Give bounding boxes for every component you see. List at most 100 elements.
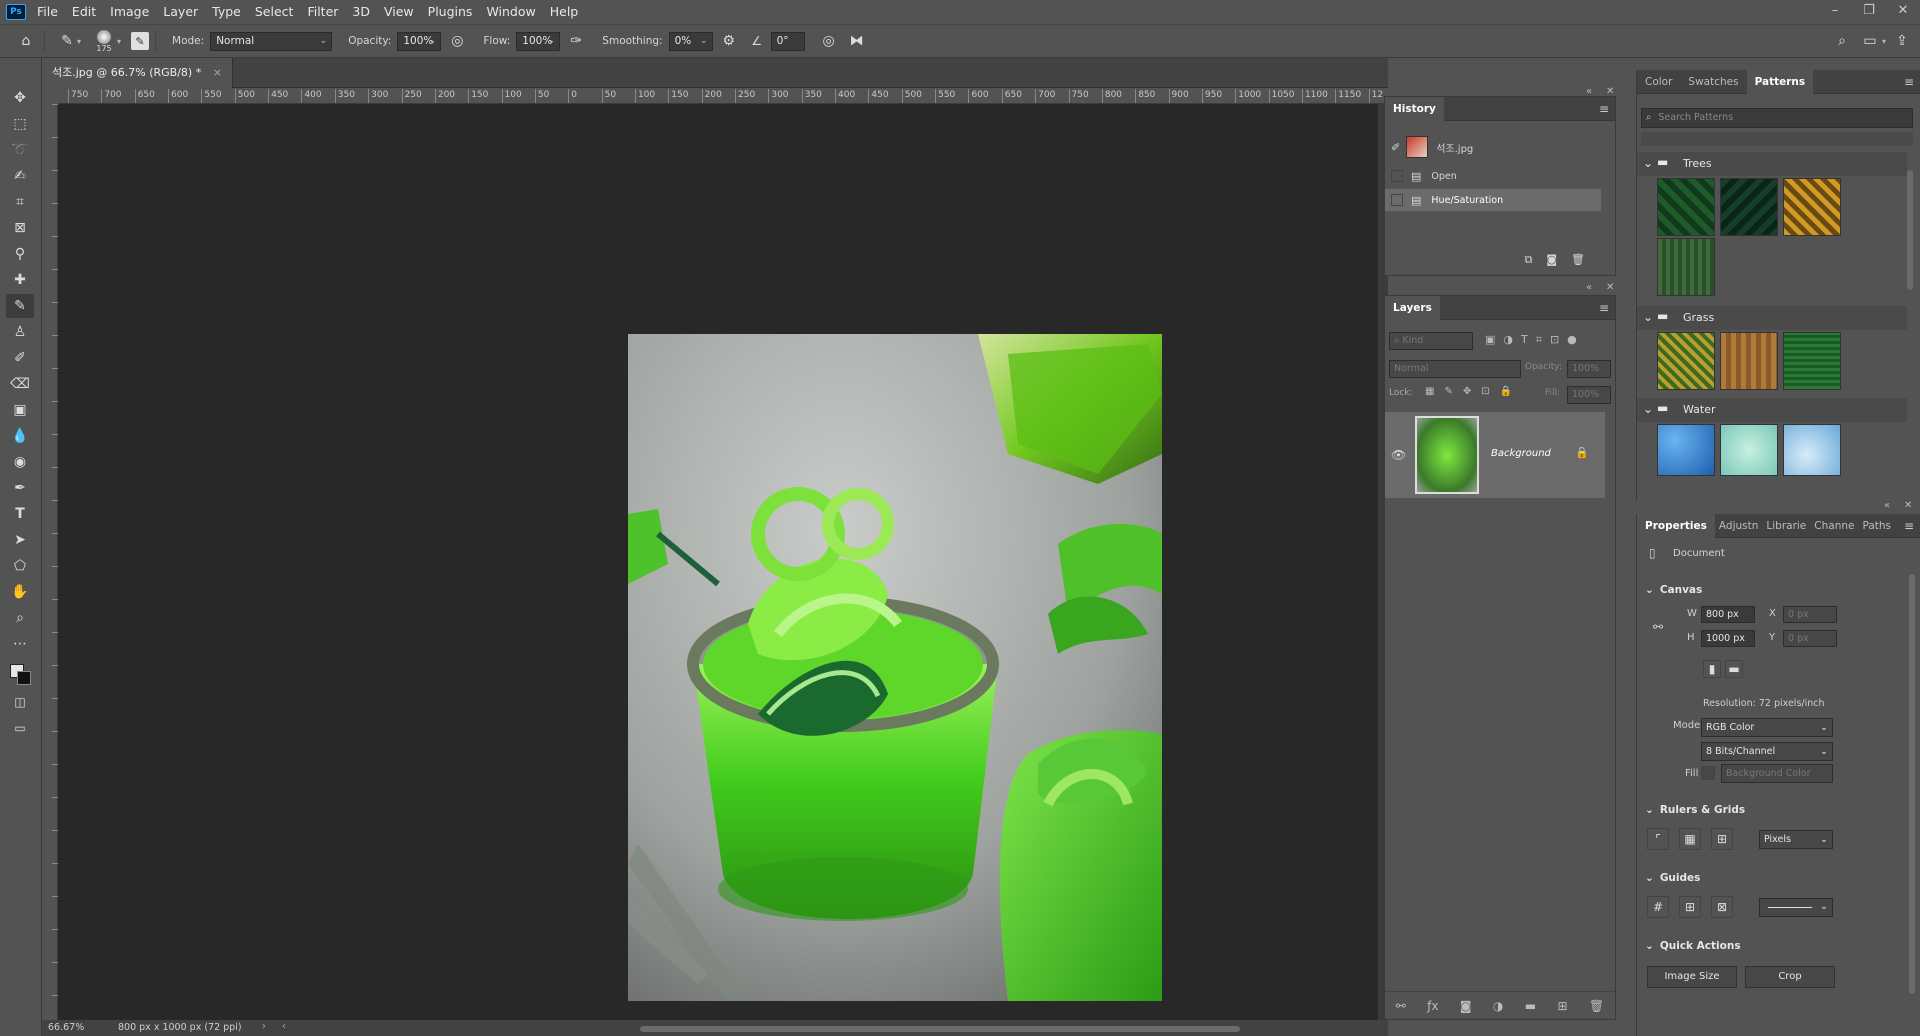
height-field[interactable]: 1000 px (1701, 630, 1755, 647)
patterns-scrollbar[interactable] (1907, 170, 1913, 290)
menu-layer[interactable]: Layer (156, 0, 205, 24)
new-group-icon[interactable]: ▬ (1525, 999, 1536, 1013)
opacity-field[interactable]: 100% ⌄ (397, 31, 442, 51)
pattern-tree-3[interactable] (1783, 178, 1841, 236)
color-swatches[interactable] (10, 664, 32, 685)
new-document-from-state-icon[interactable]: ⧉ (1524, 253, 1532, 267)
layer-kind-filter[interactable]: ⌕ Kind (1389, 332, 1473, 350)
pixel-grid-icon[interactable]: ⊞ (1711, 828, 1733, 850)
mode-select[interactable]: Normal ⌄ (210, 31, 333, 51)
move-tool-icon[interactable]: ✥ (6, 86, 34, 110)
pattern-search-input[interactable]: ⌕ Search Patterns (1641, 108, 1913, 128)
pattern-water-1[interactable] (1657, 424, 1715, 476)
tab-properties[interactable]: Properties (1637, 513, 1715, 538)
add-guides-icon[interactable]: ⊞ (1679, 896, 1701, 918)
patterns-menu-icon[interactable]: ≡ (1904, 75, 1914, 89)
new-layer-icon[interactable]: ⊞ (1558, 999, 1568, 1013)
menu-select[interactable]: Select (248, 0, 301, 24)
shape-tool-icon[interactable]: ⬠ (6, 554, 34, 578)
angle-field[interactable]: 0° (770, 31, 805, 51)
properties-menu-icon[interactable]: ≡ (1904, 519, 1914, 533)
lock-position-icon[interactable]: ✥ (1463, 386, 1471, 397)
pattern-grass-3[interactable] (1783, 332, 1841, 390)
bit-depth-select[interactable]: 8 Bits/Channel ⌄ (1701, 742, 1833, 761)
quick-select-tool-icon[interactable]: ✍ (6, 164, 34, 188)
guides-icon[interactable]: # (1647, 896, 1669, 918)
menu-edit[interactable]: Edit (65, 0, 103, 24)
history-item-checkbox[interactable] (1391, 170, 1403, 182)
image-size-button[interactable]: Image Size (1647, 966, 1737, 988)
minimize-button[interactable]: – (1818, 0, 1852, 24)
menu-image[interactable]: Image (103, 0, 156, 24)
layer-opacity-field[interactable]: 100% (1567, 360, 1611, 378)
folder-water[interactable]: ⌄ ▬ Water (1637, 398, 1907, 422)
pressure-size-icon[interactable]: ◎ (817, 29, 841, 53)
properties-scrollbar[interactable] (1909, 574, 1915, 994)
pattern-water-3[interactable] (1783, 424, 1841, 476)
vertical-ruler[interactable] (42, 104, 58, 1020)
restore-button[interactable]: ❐ (1852, 0, 1886, 24)
history-item[interactable]: ▤ Open (1385, 165, 1601, 187)
pattern-tree-4[interactable] (1657, 238, 1715, 296)
collapse-icon[interactable]: « (1586, 282, 1592, 293)
close-panel-icon[interactable]: ✕ (1606, 86, 1614, 97)
clear-guides-icon[interactable]: ⊠ (1711, 896, 1733, 918)
menu-window[interactable]: Window (479, 0, 542, 24)
filter-adjustment-icon[interactable]: ◑ (1503, 333, 1513, 347)
brush-tool-icon[interactable]: ✎ (6, 294, 34, 318)
home-icon[interactable]: ⌂ (14, 29, 38, 53)
gradient-tool-icon[interactable]: ▣ (6, 398, 34, 422)
airbrush-icon[interactable]: ✑ (564, 29, 588, 53)
grid-icon[interactable]: ▦ (1679, 828, 1701, 850)
menu-3d[interactable]: 3D (345, 0, 377, 24)
tab-layers[interactable]: Layers (1385, 295, 1440, 320)
pressure-opacity-icon[interactable]: ◎ (445, 29, 469, 53)
close-panel-icon[interactable]: ✕ (1606, 282, 1614, 293)
dodge-tool-icon[interactable]: ◉ (6, 450, 34, 474)
background-color[interactable] (17, 671, 31, 685)
scroll-left-icon[interactable]: ‹ (282, 1021, 286, 1032)
lock-paint-icon[interactable]: ✎ (1444, 386, 1452, 397)
ruler-units-select[interactable]: Pixels ⌄ (1759, 830, 1833, 849)
layers-menu-icon[interactable]: ≡ (1599, 301, 1609, 315)
close-panel-icon[interactable]: ✕ (1904, 500, 1912, 511)
frame-tool-icon[interactable]: ⊠ (6, 216, 34, 240)
filter-type-icon[interactable]: T (1521, 333, 1528, 347)
path-select-tool-icon[interactable]: ➤ (6, 528, 34, 552)
filter-shape-icon[interactable]: ⌗ (1536, 333, 1542, 347)
tab-paths[interactable]: Paths (1858, 514, 1895, 538)
fill-swatch[interactable] (1701, 766, 1715, 780)
collapse-icon[interactable]: « (1586, 86, 1592, 97)
crop-tool-icon[interactable]: ⌗ (6, 190, 34, 214)
collapse-icon[interactable]: « (1884, 500, 1890, 511)
horizontal-ruler[interactable]: 750 700 650 600 550 500 450 400 350 300 250 200 150 1… (58, 88, 1388, 104)
lock-transparent-icon[interactable]: ▦ (1425, 386, 1434, 397)
folder-trees[interactable]: ⌄ ▬ Trees (1637, 152, 1907, 176)
trash-icon[interactable]: 🗑 (1571, 253, 1585, 267)
document-tab[interactable]: 석조.jpg @ 66.7% (RGB/8) * × (42, 58, 233, 88)
healing-tool-icon[interactable]: ✚ (6, 268, 34, 292)
history-item-active[interactable]: ▤ Hue/Saturation (1385, 189, 1601, 211)
marquee-tool-icon[interactable]: ⬚ (6, 112, 34, 136)
history-item-checkbox[interactable] (1391, 194, 1403, 206)
pattern-tree-1[interactable] (1657, 178, 1715, 236)
layer-visibility-eye-icon[interactable]: 👁 (1391, 448, 1406, 462)
close-window-button[interactable]: ✕ (1886, 0, 1920, 24)
flow-field[interactable]: 100% ⌄ (516, 31, 561, 51)
crop-button[interactable]: Crop (1745, 966, 1835, 988)
tab-adjustments[interactable]: Adjustn (1715, 514, 1762, 538)
color-mode-select[interactable]: RGB Color ⌄ (1701, 718, 1833, 737)
tab-history[interactable]: History (1385, 96, 1444, 121)
workspace-icon[interactable]: ▭ (1858, 29, 1882, 53)
tab-channels[interactable]: Channe (1810, 514, 1858, 538)
menu-type[interactable]: Type (205, 0, 248, 24)
delete-layer-icon[interactable]: 🗑 (1589, 999, 1604, 1013)
x-field[interactable]: 0 px (1783, 606, 1837, 623)
search-icon[interactable]: ⌕ (1830, 29, 1854, 53)
zoom-tool-icon[interactable]: ⌕ (6, 606, 34, 630)
history-menu-icon[interactable]: ≡ (1599, 102, 1609, 116)
horizontal-scrollbar[interactable] (640, 1026, 1240, 1032)
pattern-grass-2[interactable] (1720, 332, 1778, 390)
lock-artboard-icon[interactable]: ⊡ (1481, 386, 1489, 397)
menu-view[interactable]: View (377, 0, 421, 24)
